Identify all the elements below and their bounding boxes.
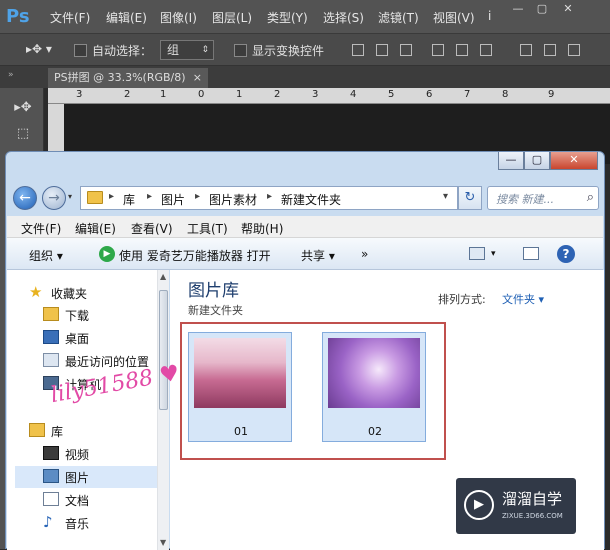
align-hcenter-icon[interactable]	[456, 44, 468, 56]
align-top-icon[interactable]	[352, 44, 364, 56]
ps-menu-filter[interactable]: 滤镜(T)	[378, 9, 419, 26]
recent-pages-icon[interactable]: ▾	[68, 192, 72, 201]
ps-close-button[interactable]: ✕	[556, 2, 580, 16]
open-with-player-button[interactable]: 使用 爱奇艺万能播放器 打开	[119, 247, 271, 264]
library-folder-icon	[29, 423, 45, 437]
pictures-icon	[43, 469, 59, 483]
navigation-pane: ★ 收藏夹 下载 桌面 最近访问的位置 计算机 库 视频 图片 文档 ♪ 音乐 …	[7, 270, 169, 550]
ps-menu-layer[interactable]: 图层(L)	[212, 9, 252, 26]
ps-menu-select[interactable]: 选择(S)	[323, 9, 364, 26]
move-tool-icon[interactable]: ▸✥ ▾	[26, 42, 52, 56]
library-subtitle: 新建文件夹	[188, 304, 243, 317]
move-tool-icon[interactable]: ▸✥	[12, 98, 34, 118]
music-icon: ♪	[43, 513, 53, 531]
thumbnail-pink-blossoms	[194, 338, 286, 408]
preview-pane-icon[interactable]	[523, 247, 539, 260]
explorer-menubar: 文件(F) 编辑(E) 查看(V) 工具(T) 帮助(H)	[7, 216, 603, 238]
ps-menu-more[interactable]: i	[488, 9, 491, 23]
ps-menubar: Ps 文件(F) 编辑(E) 图像(I) 图层(L) 类型(Y) 选择(S) 滤…	[0, 0, 610, 34]
address-row: ← → ▾ ▸ 库 ▸ 图片 ▸ 图片素材 ▸ 新建文件夹 ▾ ↻ 搜索 新建.…	[6, 180, 604, 216]
ps-menu-file[interactable]: 文件(F)	[50, 9, 90, 26]
breadcrumb-pictures[interactable]: 图片	[161, 191, 185, 208]
show-transform-label: 显示变换控件	[252, 44, 325, 58]
distribute-vcenter-icon[interactable]	[544, 44, 556, 56]
brand-watermark: ▶ 溜溜自学 ZIXUE.3D66.COM	[456, 478, 576, 534]
brand-url: ZIXUE.3D66.COM	[502, 512, 563, 520]
scrollbar-thumb[interactable]	[159, 290, 168, 410]
ps-maximize-button[interactable]: ▢	[530, 2, 554, 16]
auto-select-checkbox[interactable]	[74, 44, 87, 57]
recent-places-icon	[43, 353, 59, 367]
ps-menu-image[interactable]: 图像(I)	[160, 9, 197, 26]
tab-close-icon[interactable]: ×	[193, 68, 202, 88]
address-bar[interactable]: ▸ 库 ▸ 图片 ▸ 图片素材 ▸ 新建文件夹 ▾	[80, 186, 458, 210]
arrange-by-label: 排列方式:	[438, 293, 486, 306]
library-title: 图片库	[188, 281, 239, 301]
align-bottom-icon[interactable]	[400, 44, 412, 56]
menu-edit[interactable]: 编辑(E)	[75, 220, 116, 237]
menu-tools[interactable]: 工具(T)	[187, 220, 228, 237]
forward-button[interactable]: →	[42, 186, 66, 210]
search-input[interactable]: 搜索 新建... ⌕	[487, 186, 599, 210]
desktop-icon	[43, 330, 59, 344]
help-icon[interactable]: ?	[557, 245, 575, 263]
file-tile-02[interactable]: 02	[322, 332, 426, 442]
change-view-icon[interactable]	[469, 247, 485, 260]
ps-menu-view[interactable]: 视图(V)	[433, 9, 475, 26]
view-dropdown-icon[interactable]: ▾	[491, 249, 496, 259]
menu-view[interactable]: 查看(V)	[131, 220, 173, 237]
distribute-bottom-icon[interactable]	[568, 44, 580, 56]
ps-minimize-button[interactable]: —	[506, 2, 530, 16]
downloads-folder-icon	[43, 307, 59, 321]
refresh-button[interactable]: ↻	[458, 186, 482, 210]
brand-play-icon: ▶	[464, 490, 494, 520]
explorer-minimize-button[interactable]: —	[498, 152, 524, 170]
ps-document-tab[interactable]: PS拼图 @ 33.3%(RGB/8) ×	[48, 68, 208, 88]
player-icon: ▶	[99, 246, 115, 262]
ps-options-bar: ▸✥ ▾ 自动选择： 组 ⇕ 显示变换控件	[0, 34, 610, 66]
photoshop-logo: Ps	[6, 6, 30, 27]
back-button[interactable]: ←	[13, 186, 37, 210]
navigation-scrollbar[interactable]: ▲ ▼	[157, 270, 169, 550]
documents-icon	[43, 492, 59, 506]
ps-document-tabs: » PS拼图 @ 33.3%(RGB/8) ×	[0, 66, 610, 88]
more-commands-button[interactable]: »	[361, 247, 368, 261]
show-transform-checkbox[interactable]	[234, 44, 247, 57]
align-vcenter-icon[interactable]	[376, 44, 388, 56]
auto-select-label: 自动选择：	[92, 44, 153, 58]
breadcrumb-library[interactable]: 库	[123, 191, 135, 208]
align-left-icon[interactable]	[432, 44, 444, 56]
align-right-icon[interactable]	[480, 44, 492, 56]
breadcrumb-new-folder[interactable]: 新建文件夹	[281, 191, 341, 208]
brand-name: 溜溜自学	[502, 490, 563, 508]
arrange-by-dropdown[interactable]: 文件夹 ▾	[502, 291, 544, 307]
distribute-top-icon[interactable]	[520, 44, 532, 56]
horizontal-ruler: 3 2 1 0 1 2 3 4 5 6 7 8 9	[48, 88, 610, 104]
collapse-panel-icon[interactable]: »	[8, 70, 14, 80]
breadcrumb-picture-assets[interactable]: 图片素材	[209, 191, 257, 208]
share-button[interactable]: 共享 ▾	[301, 247, 335, 264]
ps-menu-edit[interactable]: 编辑(E)	[106, 9, 147, 26]
marquee-tool-icon[interactable]: ⬚	[12, 124, 34, 144]
star-icon: ★	[29, 283, 43, 301]
address-dropdown-icon[interactable]: ▾	[443, 191, 448, 202]
auto-select-combo[interactable]: 组 ⇕	[160, 40, 214, 60]
ps-menu-type[interactable]: 类型(Y)	[267, 9, 308, 26]
folder-icon	[87, 191, 103, 204]
organize-button[interactable]: 组织 ▾	[29, 247, 63, 264]
explorer-maximize-button[interactable]: ▢	[524, 152, 550, 170]
command-bar: 组织 ▾ ▶ 使用 爱奇艺万能播放器 打开 共享 ▾ » ▾ ?	[7, 238, 603, 270]
search-icon: ⌕	[586, 190, 594, 205]
menu-help[interactable]: 帮助(H)	[241, 220, 283, 237]
nav-pictures[interactable]: 图片	[15, 466, 157, 488]
thumbnail-purple-flowers	[328, 338, 420, 408]
menu-file[interactable]: 文件(F)	[21, 220, 61, 237]
file-tile-01[interactable]: 01	[188, 332, 292, 442]
videos-icon	[43, 446, 59, 460]
explorer-close-button[interactable]: ✕	[550, 152, 598, 170]
